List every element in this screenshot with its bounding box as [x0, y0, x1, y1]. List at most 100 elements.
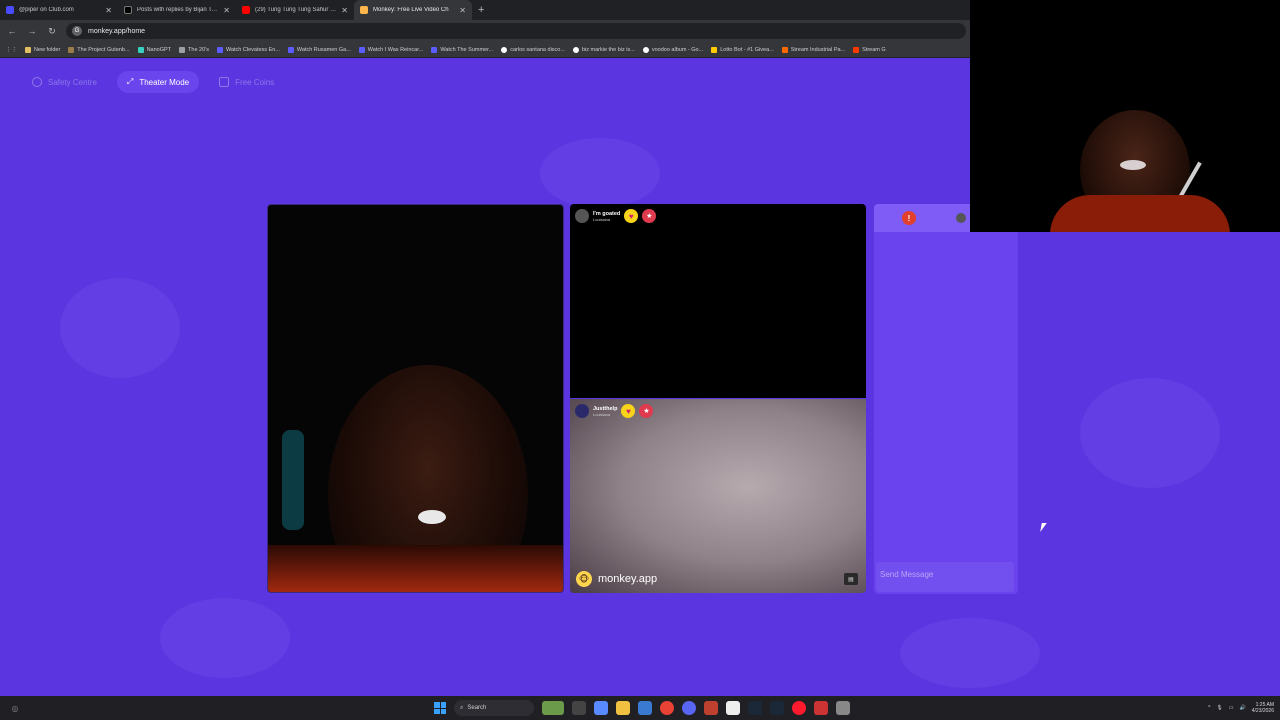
webcam-overlay — [970, 0, 1280, 232]
reload-icon[interactable]: ↻ — [46, 26, 58, 37]
close-tab-icon[interactable]: ✕ — [105, 6, 112, 15]
microphone-icon[interactable]: 🎙 — [1216, 705, 1222, 711]
free-coins-button[interactable]: Free Coins — [209, 71, 284, 93]
url-input[interactable]: G monkey.app/home — [66, 23, 966, 39]
taskbar-apps: ⌕ Search — [434, 700, 850, 716]
bookmark-item[interactable]: The 20's — [179, 46, 209, 53]
bookmark-label: Watch Clevatess En... — [225, 46, 280, 53]
local-video — [267, 204, 564, 593]
tab-title: @piper on Club.com — [19, 7, 74, 13]
video-stage: I'm goated Louisiana ♥ ★ Justthelp Louis… — [266, 204, 1018, 594]
local-video-shirt — [268, 545, 563, 592]
theater-mode-label: Theater Mode — [139, 77, 190, 87]
gift-icon[interactable]: ★ — [642, 209, 657, 223]
webcam-shirt — [1050, 195, 1230, 232]
heart-icon[interactable]: ♥ — [621, 404, 636, 418]
bookmark-item[interactable]: Watch Rusamen Ga... — [287, 46, 351, 53]
chat-messages — [874, 232, 1018, 560]
send-message-input[interactable]: Send Message — [876, 562, 1014, 592]
nature-app-icon[interactable] — [542, 701, 564, 715]
folder-icon — [25, 46, 31, 53]
theater-mode-button[interactable]: ⤢ Theater Mode — [116, 71, 200, 93]
windows-start-icon[interactable] — [434, 702, 446, 714]
tab-monkey[interactable]: Monkey: Free Live Video Ch ✕ — [354, 0, 472, 20]
opera-icon[interactable] — [792, 701, 806, 715]
address-bar-row: ← → ↻ G monkey.app/home — [0, 20, 970, 42]
avatar[interactable] — [956, 213, 966, 223]
google-icon — [572, 46, 579, 53]
bookmark-label: voodoo album - Go... — [651, 46, 704, 53]
bookmark-item[interactable]: voodoo album - Go... — [642, 46, 704, 53]
bookmark-item[interactable]: Lotto Bot - #1 Givea... — [711, 46, 774, 53]
anime-site-icon — [216, 46, 223, 53]
bookmark-item[interactable]: The Project Gutenb... — [68, 46, 130, 53]
webcam-smile — [1120, 160, 1146, 170]
date: 4/23/2026 — [1251, 708, 1274, 714]
avatar[interactable] — [575, 209, 589, 223]
bookmark-item[interactable]: Watch The Summer... — [431, 46, 493, 53]
bookmarks-bar: ⋮⋮ New folder The Project Gutenb... Nano… — [0, 42, 970, 58]
chrome-icon[interactable] — [660, 701, 674, 715]
epic-games-icon[interactable] — [726, 701, 740, 715]
widgets-icon[interactable]: ◎ — [0, 704, 30, 713]
tab-youtube[interactable]: (29) Tung Tung Tung Sahur - R ✕ — [236, 0, 354, 20]
stream-icon — [781, 46, 788, 53]
bookmark-item[interactable]: Stream G — [853, 46, 886, 53]
clock[interactable]: 1:25 AM 4/23/2026 — [1252, 702, 1274, 714]
app-icon[interactable] — [836, 701, 850, 715]
stream-icon — [853, 46, 860, 53]
steam-icon[interactable] — [748, 701, 762, 715]
taskbar-search[interactable]: ⌕ Search — [454, 700, 534, 716]
anime-site-icon — [431, 46, 438, 53]
network-icon[interactable]: ▭ — [1229, 705, 1234, 711]
remote-user-2-bar: Justthelp Louisiana ♥ ★ — [575, 404, 654, 418]
steam-icon[interactable] — [770, 701, 784, 715]
forward-icon[interactable]: → — [26, 26, 38, 36]
bookmark-item[interactable]: carlos santana disco... — [501, 46, 565, 53]
task-view-icon[interactable] — [572, 701, 586, 715]
globe-icon — [179, 46, 186, 53]
tab-title: Monkey: Free Live Video Ch — [373, 7, 449, 13]
bookmark-item[interactable]: biz markie the biz is... — [572, 46, 635, 53]
gift-icon[interactable]: ★ — [639, 404, 654, 418]
heart-icon[interactable]: ♥ — [624, 209, 639, 223]
google-icon — [501, 46, 508, 53]
bookmark-item[interactable]: Watch I Was Reincar... — [358, 46, 423, 53]
bookmark-item[interactable]: Stream Industrial Pa... — [781, 46, 845, 53]
monkey-favicon-icon — [360, 6, 368, 14]
tab-x-posts[interactable]: Posts with replies by Bijan Tehr ✕ — [118, 0, 236, 20]
bookmark-item[interactable]: New folder — [25, 46, 60, 53]
x-favicon-icon — [124, 6, 132, 14]
report-icon[interactable]: ! — [902, 211, 916, 225]
avatar[interactable] — [575, 404, 589, 418]
bookmark-item[interactable]: Watch Clevatess En... — [216, 46, 280, 53]
chat-panel: ! Send Message — [874, 204, 1018, 594]
close-tab-icon[interactable]: ✕ — [459, 6, 466, 15]
copilot-icon[interactable] — [594, 701, 608, 715]
google-icon — [642, 46, 649, 53]
remote-user-1-bar: I'm goated Louisiana ♥ ★ — [575, 209, 657, 223]
back-icon[interactable]: ← — [6, 26, 18, 36]
bookmark-item[interactable]: NanoGPT — [137, 46, 172, 53]
file-explorer-icon[interactable] — [616, 701, 630, 715]
site-info-icon[interactable]: G — [72, 26, 82, 36]
chevron-up-icon[interactable]: ^ — [1208, 705, 1210, 711]
apps-grid-icon[interactable]: ⋮⋮ — [6, 47, 17, 53]
close-tab-icon[interactable]: ✕ — [341, 6, 348, 15]
app-icon[interactable] — [814, 701, 828, 715]
tab-club[interactable]: @piper on Club.com ✕ — [0, 0, 118, 20]
bookmark-label: biz markie the biz is... — [581, 46, 635, 53]
bookmark-label: NanoGPT — [146, 46, 172, 53]
game-app-icon[interactable] — [704, 701, 718, 715]
safety-centre-button[interactable]: Safety Centre — [22, 71, 107, 93]
location: Louisiana — [593, 216, 611, 222]
store-icon[interactable] — [638, 701, 652, 715]
location: Louisiana — [593, 411, 611, 417]
new-tab-button[interactable]: + — [472, 4, 490, 16]
captions-icon[interactable]: ▤ — [844, 573, 858, 585]
volume-icon[interactable]: 🔊 — [1240, 705, 1246, 711]
discord-icon[interactable] — [682, 701, 696, 715]
close-tab-icon[interactable]: ✕ — [223, 6, 230, 15]
mouse-cursor-icon — [1040, 523, 1047, 532]
tab-strip: @piper on Club.com ✕ Posts with replies … — [0, 0, 970, 20]
